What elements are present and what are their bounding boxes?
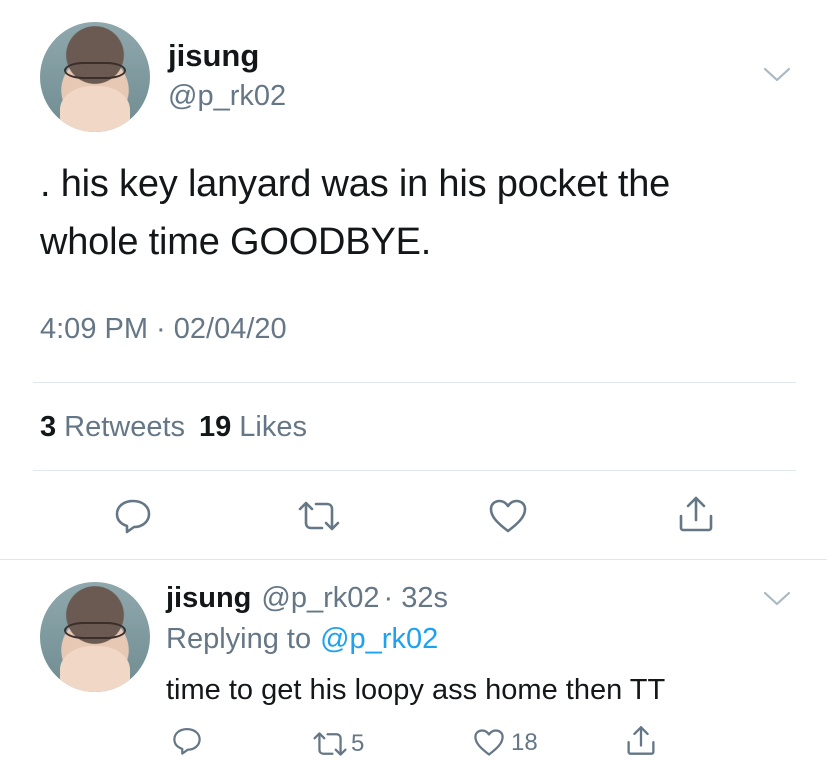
timestamp[interactable]: 4:09 PM · 02/04/20 bbox=[40, 313, 287, 346]
reply-header: jisung @p_rk02 · 32s bbox=[166, 582, 448, 615]
like-icon[interactable] bbox=[488, 498, 528, 534]
main-tweet: jisung @p_rk02 . his key lanyard was in … bbox=[0, 0, 827, 560]
engagement-stats: 3 Retweets 19 Likes bbox=[40, 411, 307, 444]
retweets-label[interactable]: Retweets bbox=[64, 411, 185, 444]
tweet-text-line-2: whole time GOODBYE. bbox=[40, 221, 432, 263]
share-icon[interactable] bbox=[625, 724, 657, 757]
divider bbox=[33, 470, 796, 471]
replying-to-handle[interactable]: @p_rk02 bbox=[320, 623, 438, 656]
divider bbox=[33, 382, 796, 383]
replying-to-label: Replying to bbox=[166, 623, 312, 655]
reply-text: time to get his loopy ass home then TT bbox=[166, 674, 666, 706]
avatar[interactable] bbox=[40, 582, 150, 692]
chevron-down-icon[interactable] bbox=[762, 590, 792, 608]
time: · 32s bbox=[383, 582, 448, 614]
like-icon bbox=[473, 728, 505, 757]
replying-to: Replying to @p_rk02 bbox=[166, 623, 438, 656]
share-icon[interactable] bbox=[677, 494, 715, 534]
like-count: 18 bbox=[511, 728, 538, 756]
chevron-down-icon[interactable] bbox=[762, 66, 792, 84]
reply-icon[interactable] bbox=[171, 726, 203, 756]
like-button[interactable]: 18 bbox=[473, 728, 538, 757]
retweets-count[interactable]: 3 bbox=[40, 411, 56, 444]
retweet-button[interactable]: 5 bbox=[311, 730, 364, 758]
reply-icon[interactable] bbox=[113, 497, 153, 535]
reply-tweet[interactable]: jisung @p_rk02 · 32s Replying to @p_rk02… bbox=[0, 560, 827, 777]
retweet-icon bbox=[311, 731, 349, 757]
handle[interactable]: @p_rk02 bbox=[168, 80, 286, 113]
handle[interactable]: @p_rk02 bbox=[261, 582, 379, 615]
tweet-text-line-1: . his key lanyard was in his pocket the bbox=[40, 163, 671, 205]
retweet-icon[interactable] bbox=[296, 500, 342, 532]
display-name[interactable]: jisung bbox=[166, 582, 251, 615]
avatar[interactable] bbox=[40, 22, 150, 132]
display-name[interactable]: jisung bbox=[168, 38, 259, 74]
retweet-count: 5 bbox=[351, 730, 365, 757]
likes-label[interactable]: Likes bbox=[239, 411, 307, 444]
likes-count[interactable]: 19 bbox=[199, 411, 231, 444]
